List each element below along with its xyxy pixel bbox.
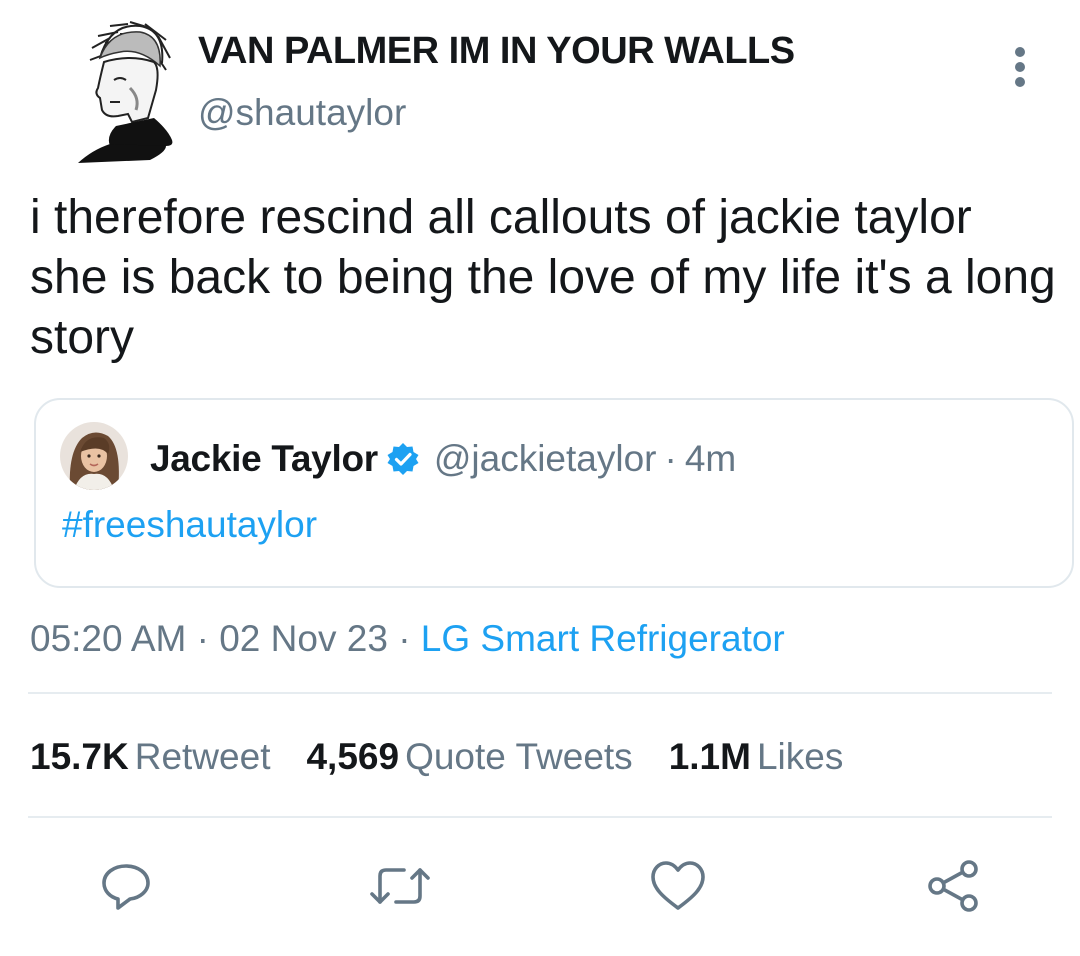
quoted-tweet-header: Jackie Taylor @jackietaylor · 4m bbox=[150, 438, 736, 480]
verified-badge-icon bbox=[386, 442, 420, 476]
tweet-source-link[interactable]: LG Smart Refrigerator bbox=[421, 618, 785, 659]
quote-tweets-label: Quote Tweets bbox=[405, 736, 633, 777]
tweet-meta: 05:20 AM · 02 Nov 23 · LG Smart Refriger… bbox=[30, 618, 785, 660]
quoted-tweet-card[interactable]: Jackie Taylor @jackietaylor · 4m #freesh… bbox=[34, 398, 1074, 588]
reply-button[interactable] bbox=[96, 856, 156, 916]
retweets-count: 15.7K bbox=[30, 736, 129, 777]
retweet-icon bbox=[370, 868, 430, 904]
tweet-date: 02 Nov 23 bbox=[219, 618, 388, 659]
like-button[interactable] bbox=[648, 856, 708, 916]
like-icon bbox=[651, 861, 705, 910]
meta-separator: · bbox=[196, 618, 220, 659]
divider bbox=[28, 816, 1052, 818]
quoted-tweet-time: 4m bbox=[684, 438, 737, 479]
divider bbox=[28, 692, 1052, 694]
share-icon bbox=[928, 860, 978, 912]
quoted-author-name[interactable]: Jackie Taylor bbox=[150, 438, 378, 480]
meta-separator: · bbox=[398, 618, 421, 659]
portrait-photo-icon bbox=[60, 422, 128, 490]
more-options-button[interactable] bbox=[1000, 44, 1040, 90]
tweet-time: 05:20 AM bbox=[30, 618, 187, 659]
tweet-detail: VAN PALMER IM IN YOUR WALLS @shautaylor … bbox=[0, 0, 1080, 956]
quote-tweets-stat[interactable]: 4,569 Quote Tweets bbox=[306, 736, 632, 778]
quote-tweets-count: 4,569 bbox=[306, 736, 400, 777]
quoted-separator: · bbox=[664, 438, 677, 479]
reply-icon bbox=[102, 864, 150, 910]
retweets-stat[interactable]: 15.7K Retweet bbox=[30, 736, 270, 778]
sketch-portrait-avatar-icon bbox=[78, 21, 173, 163]
author-display-name[interactable]: VAN PALMER IM IN YOUR WALLS bbox=[198, 30, 795, 73]
quoted-tweet-hashtag[interactable]: #freeshautaylor bbox=[62, 504, 317, 546]
likes-label: Likes bbox=[756, 736, 844, 777]
tweet-stats: 15.7K Retweet 4,569 Quote Tweets 1.1M Likes bbox=[30, 736, 879, 778]
tweet-text: i therefore rescind all callouts of jack… bbox=[30, 191, 1056, 364]
vertical-dots-icon bbox=[1015, 47, 1025, 87]
author-handle[interactable]: @shautaylor bbox=[198, 92, 406, 134]
likes-count: 1.1M bbox=[668, 736, 751, 777]
share-button[interactable] bbox=[924, 856, 984, 916]
retweet-button[interactable] bbox=[370, 856, 430, 916]
quoted-author-avatar[interactable] bbox=[60, 422, 128, 490]
quoted-author-handle[interactable]: @jackietaylor bbox=[434, 438, 657, 480]
author-avatar[interactable] bbox=[70, 18, 180, 168]
retweets-label: Retweet bbox=[134, 736, 271, 777]
likes-stat[interactable]: 1.1M Likes bbox=[669, 736, 844, 778]
